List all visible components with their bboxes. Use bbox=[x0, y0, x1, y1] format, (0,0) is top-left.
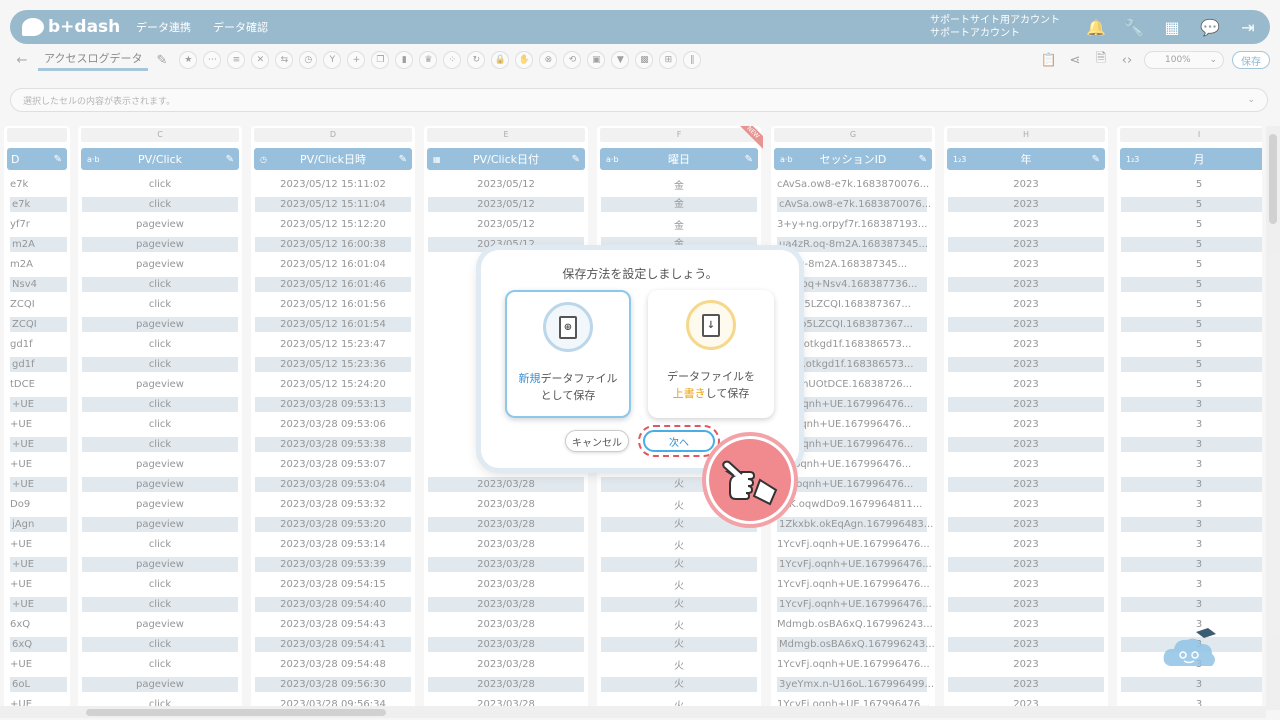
save-as-new-option[interactable]: ⊕ 新規データファイル として保存 bbox=[505, 290, 631, 418]
cancel-button[interactable]: キャンセル bbox=[565, 430, 629, 452]
mascot-cloud-icon[interactable] bbox=[1160, 628, 1220, 678]
next-button[interactable]: 次へ bbox=[643, 430, 715, 452]
overwrite-option[interactable]: ↓ データファイルを 上書きして保存 bbox=[648, 290, 774, 418]
dialog-title: 保存方法を設定しましょう。 bbox=[562, 267, 718, 281]
new-label-rest: データファイル bbox=[540, 372, 618, 385]
overwrite-label-rest: して保存 bbox=[705, 387, 750, 400]
new-highlight: 新規 bbox=[518, 372, 541, 385]
pointing-hand-icon bbox=[706, 436, 794, 524]
overwrite-label-line1: データファイルを bbox=[667, 370, 755, 383]
new-label-line2: として保存 bbox=[540, 389, 596, 402]
overwrite-file-icon: ↓ bbox=[686, 300, 736, 350]
overwrite-highlight: 上書き bbox=[672, 387, 706, 400]
new-file-icon: ⊕ bbox=[543, 302, 593, 352]
